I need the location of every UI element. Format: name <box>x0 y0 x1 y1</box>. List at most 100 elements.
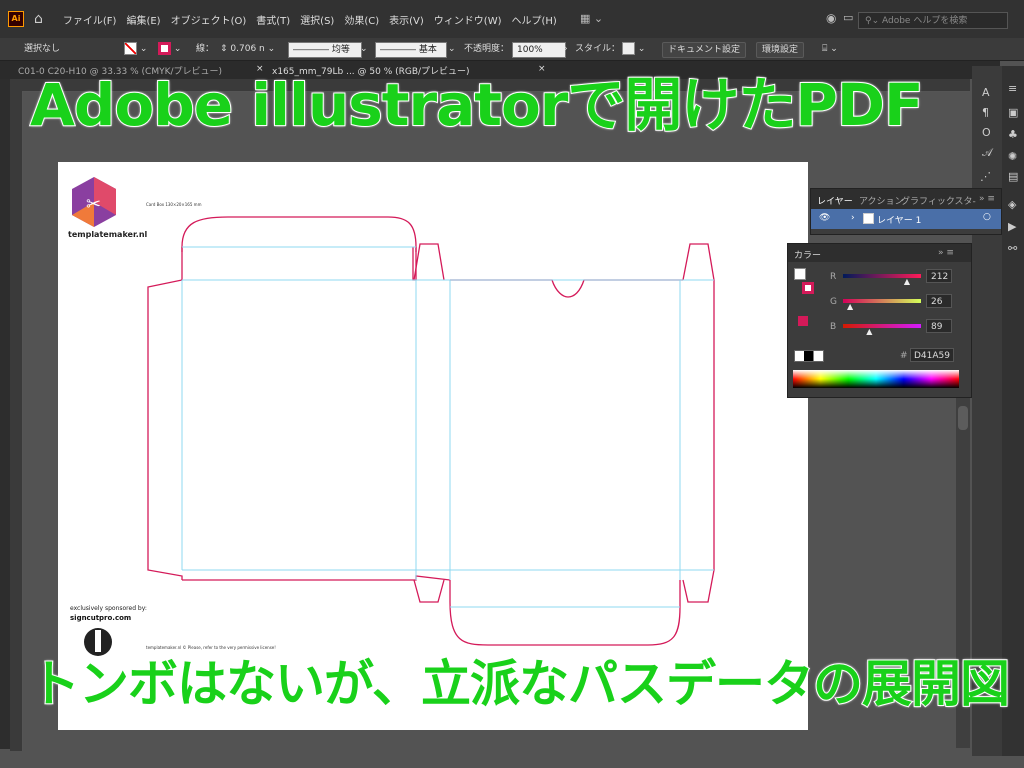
menu-help[interactable]: ヘルプ(H) <box>512 12 557 27</box>
search-user-icon[interactable]: ◉ <box>826 11 836 25</box>
tab-graphic-styles[interactable]: グラフィックスタ- <box>901 194 976 207</box>
menu-view[interactable]: 表示(V) <box>389 12 424 27</box>
preferences-button[interactable]: 環境設定 <box>756 42 805 58</box>
menu-select[interactable]: 選択(S) <box>300 12 334 27</box>
glyphs-icon[interactable]: 𝒜 <box>982 146 992 160</box>
layers-panel-header: レイヤー アクション グラフィックスタ- » ≡ <box>811 189 1001 209</box>
layers-icon[interactable]: ◈ <box>1008 198 1016 211</box>
slider-thumb-icon[interactable]: ▲ <box>866 327 872 336</box>
hex-input[interactable]: D41A59 <box>910 348 954 362</box>
document-setup-button[interactable]: ドキュメント設定 <box>662 42 747 58</box>
color-panel-header: カラー » ≡ <box>788 244 971 262</box>
menu-window[interactable]: ウィンドウ(W) <box>434 12 502 27</box>
menu-effect[interactable]: 効果(C) <box>344 12 379 27</box>
symbols-icon[interactable]: ✺ <box>1008 150 1017 163</box>
opacity-input[interactable]: 100% <box>512 42 566 58</box>
menu-items: ファイル(F) 編集(E) オブジェクト(O) 書式(T) 選択(S) 効果(C… <box>63 12 557 27</box>
arrange-documents-icon[interactable]: ▭ <box>843 11 853 24</box>
fold-lines <box>181 246 714 608</box>
fill-swatch[interactable]: ⌄ <box>124 42 147 56</box>
scroll-thumb[interactable] <box>958 406 968 430</box>
color-spectrum[interactable] <box>793 370 959 388</box>
channel-label-b: B <box>830 322 837 332</box>
app-logo: Ai <box>8 11 24 27</box>
fill-none-icon <box>124 42 137 55</box>
menu-bar: Ai ⌂ ファイル(F) 編集(E) オブジェクト(O) 書式(T) 選択(S)… <box>0 0 1024 38</box>
current-color-icon[interactable] <box>798 316 808 326</box>
channel-value-g[interactable]: 26 <box>926 294 952 308</box>
channel-slider-g[interactable] <box>843 299 921 303</box>
help-search-placeholder: Adobe ヘルプを検索 <box>882 16 968 26</box>
target-circle-icon[interactable]: ○ <box>983 212 991 222</box>
style-label: スタイル： <box>575 44 621 54</box>
stroke-swatch[interactable]: ⌄ <box>158 42 181 56</box>
svg-text:✂: ✂ <box>86 194 101 215</box>
stroke-weight-value: 0.706 n <box>230 44 265 54</box>
menu-edit[interactable]: 編集(E) <box>126 12 160 27</box>
workspace-switcher-icon[interactable]: ▦ ⌄ <box>580 12 603 25</box>
hex-label: # <box>900 351 908 361</box>
opacity-arrow-icon[interactable]: › <box>564 42 568 56</box>
layer-thumbnail <box>863 213 874 224</box>
channel-value-r[interactable]: 212 <box>926 269 952 283</box>
variable-width-profile-dropdown[interactable]: ―――― 均等 <box>288 42 362 58</box>
graphic-style-swatch[interactable]: ⌄ <box>622 42 645 56</box>
visibility-eye-icon[interactable]: 👁 <box>819 213 830 223</box>
paragraph-icon[interactable]: ¶ <box>982 106 989 119</box>
brushes-icon[interactable]: ♣ <box>1008 128 1018 141</box>
tools-panel-edge <box>0 79 10 749</box>
menu-object[interactable]: オブジェクト(O) <box>171 12 247 27</box>
graphic-styles-icon[interactable]: ▤ <box>1008 170 1018 183</box>
stroke-weight-stepper[interactable]: ⇕ 0.706 n ⌄ <box>220 42 275 56</box>
sponsor-line1: exclusively sponsored by: <box>70 605 147 612</box>
layer-row[interactable]: 👁 › レイヤー 1 ○ <box>811 209 1001 229</box>
color-panel-title: カラー <box>794 251 822 261</box>
channel-value-b[interactable]: 89 <box>926 319 952 333</box>
home-icon[interactable]: ⌂ <box>34 11 43 27</box>
overlay-subtitle: トンボはないが、立派なパスデータの展開図 <box>29 654 1011 714</box>
profile-chevron-icon[interactable]: ⌄ <box>360 42 368 56</box>
opacity-label: 不透明度： <box>464 44 510 54</box>
actions-icon[interactable]: ▶ <box>1008 220 1016 233</box>
logo-text: templatemaker.nl <box>68 230 148 239</box>
templatemaker-logo-icon: ✂ <box>72 177 116 227</box>
stroke-color-icon <box>158 42 171 55</box>
stroke-label: 線： <box>196 44 215 54</box>
box-title: Card Box 130×20×165 mm <box>146 202 202 207</box>
help-search-input[interactable]: ⚲⌄ Adobe ヘルプを検索 <box>858 12 1008 29</box>
sponsor-line2: signcutpro.com <box>70 614 132 622</box>
expand-chevron-icon[interactable]: › <box>851 213 855 223</box>
properties-icon[interactable]: ≡ <box>1008 82 1017 95</box>
panel-menu-icon[interactable]: » ≡ <box>938 248 954 258</box>
layer-name[interactable]: レイヤー 1 <box>877 213 921 226</box>
links-icon[interactable]: ⚯ <box>1008 242 1017 255</box>
layers-panel: レイヤー アクション グラフィックスタ- » ≡ 👁 › レイヤー 1 ○ <box>810 188 1002 235</box>
fill-swatch-icon[interactable] <box>794 268 806 280</box>
search-icon: ⚲⌄ <box>865 16 882 26</box>
opentype-icon[interactable]: O <box>982 126 991 139</box>
channel-label-g: G <box>830 297 837 307</box>
menu-type[interactable]: 書式(T) <box>256 12 290 27</box>
tab-layers[interactable]: レイヤー <box>817 194 853 207</box>
brush-definition-dropdown[interactable]: ―――― 基本 <box>375 42 447 58</box>
vertical-ruler[interactable] <box>10 91 23 751</box>
artboards-icon[interactable]: ⋰ <box>980 170 991 183</box>
panel-menu-icon[interactable]: » ≡ <box>979 194 995 204</box>
slider-thumb-icon[interactable]: ▲ <box>904 277 910 286</box>
brush-chevron-icon[interactable]: ⌄ <box>448 42 456 56</box>
channel-slider-b[interactable] <box>843 324 921 328</box>
character-icon[interactable]: A <box>982 86 990 99</box>
arrange-icon[interactable]: ⌸ ⌄ <box>822 42 838 56</box>
none-black-white-swatches[interactable] <box>794 350 824 362</box>
overlay-title: Adobe illustratorで開けたPDF <box>29 70 925 140</box>
swatches-icon[interactable]: ▣ <box>1008 106 1018 119</box>
selection-status: 選択なし <box>24 44 61 54</box>
cut-lines <box>147 216 715 646</box>
menu-file[interactable]: ファイル(F) <box>63 12 117 27</box>
stroke-swatch-icon[interactable] <box>802 282 814 294</box>
tab-actions[interactable]: アクション <box>859 194 904 207</box>
color-panel: カラー » ≡ R ▲ 212 G ▲ 26 B ▲ 89 # D41A59 <box>787 243 972 398</box>
channel-label-r: R <box>830 272 837 282</box>
slider-thumb-icon[interactable]: ▲ <box>847 302 853 311</box>
brush-label: 基本 <box>418 45 437 55</box>
